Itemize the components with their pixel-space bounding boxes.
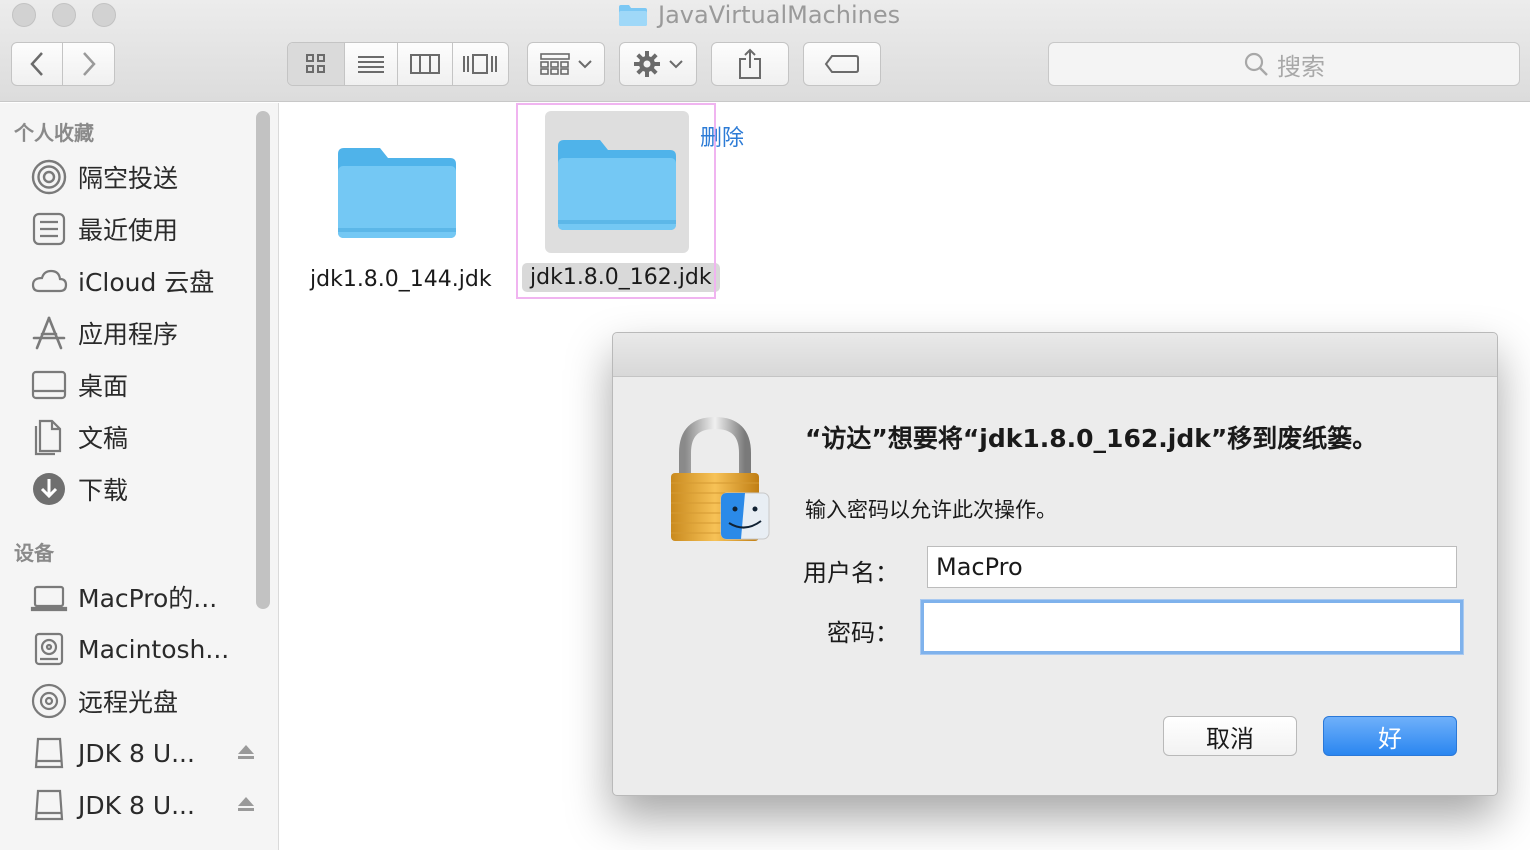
chevron-down-icon	[669, 60, 683, 69]
lock-icon	[667, 416, 773, 549]
ok-button[interactable]: 好	[1323, 716, 1457, 756]
sidebar: 个人收藏 隔空投送 最近使用 iCloud 云盘 应用程序 桌面 文稿 下载 设…	[0, 103, 279, 850]
devices-header: 设备	[14, 541, 54, 565]
file-name: jdk1.8.0_144.jdk	[310, 267, 492, 292]
downloads-icon	[30, 470, 68, 508]
folder-icon	[619, 5, 647, 26]
disc-icon	[30, 682, 68, 720]
username-field[interactable]	[927, 546, 1457, 588]
sidebar-item-device[interactable]: Macintosh...	[30, 627, 262, 671]
sidebar-item-airdrop[interactable]: 隔空投送	[30, 155, 262, 199]
eject-icon[interactable]	[236, 739, 256, 768]
desktop-icon	[30, 366, 68, 404]
cloud-icon	[30, 262, 68, 300]
window-title-text: JavaVirtualMachines	[658, 1, 901, 29]
sidebar-item-label: JDK 8 U...	[78, 790, 195, 820]
username-label: 用户名：	[803, 559, 899, 587]
folder-icon	[332, 125, 462, 255]
sidebar-item-label: 文稿	[78, 424, 129, 453]
columns-icon	[409, 54, 440, 74]
cover-flow-button[interactable]	[453, 43, 508, 85]
close-button[interactable]	[12, 3, 36, 27]
toolbar: JavaVirtualMachines 搜索	[0, 0, 1530, 102]
gear-icon	[634, 51, 660, 77]
sidebar-item-icloud[interactable]: iCloud 云盘	[30, 259, 262, 303]
icon-view-button[interactable]	[288, 43, 346, 85]
search-field[interactable]: 搜索	[1048, 42, 1520, 86]
chevron-right-icon	[82, 52, 96, 76]
sidebar-item-label: 应用程序	[78, 320, 179, 349]
hard-drive-icon	[30, 630, 68, 668]
tag-icon	[824, 55, 859, 73]
sidebar-item-desktop[interactable]: 桌面	[30, 363, 262, 407]
window-title: JavaVirtualMachines	[618, 0, 900, 30]
finder-window: JavaVirtualMachines 搜索 个人收藏 隔空投送 最近使用 iC…	[0, 0, 1530, 850]
recents-icon	[30, 210, 68, 248]
sidebar-item-label: 桌面	[78, 372, 129, 401]
password-label: 密码：	[827, 619, 899, 647]
sidebar-item-recents[interactable]: 最近使用	[30, 207, 262, 251]
annotation-label: 删除	[700, 126, 745, 151]
action-button[interactable]	[619, 42, 697, 86]
dialog-message: 输入密码以允许此次操作。	[805, 498, 1057, 522]
sidebar-item-applications[interactable]: 应用程序	[30, 311, 262, 355]
sidebar-item-label: 下载	[78, 476, 129, 505]
cancel-button[interactable]: 取消	[1163, 716, 1297, 756]
annotation-box	[516, 103, 716, 299]
sidebar-item-device[interactable]: JDK 8 U...	[30, 783, 262, 827]
sidebar-item-label: 隔空投送	[78, 164, 179, 193]
tags-button[interactable]	[803, 42, 881, 86]
laptop-icon	[30, 578, 68, 616]
applications-icon	[30, 314, 68, 352]
sidebar-item-device[interactable]: JDK 8 U...	[30, 731, 262, 775]
auth-dialog: “访达”想要将“jdk1.8.0_162.jdk”移到废纸篓。 输入密码以允许此…	[612, 332, 1498, 796]
group-icon	[540, 53, 570, 75]
search-icon	[1244, 52, 1268, 76]
sidebar-item-documents[interactable]: 文稿	[30, 415, 262, 459]
password-field[interactable]	[921, 600, 1463, 654]
list-icon	[358, 56, 385, 73]
sidebar-item-label: iCloud 云盘	[78, 268, 215, 297]
share-button[interactable]	[711, 42, 789, 86]
zoom-button[interactable]	[92, 3, 116, 27]
column-view-button[interactable]	[398, 43, 453, 85]
forward-button[interactable]	[63, 43, 114, 85]
file-item[interactable]: jdk1.8.0_144.jdk	[302, 125, 492, 294]
group-button[interactable]	[527, 42, 605, 86]
sidebar-item-device[interactable]: MacPro的...	[30, 575, 262, 619]
chevron-left-icon	[30, 52, 43, 76]
sidebar-scrollbar[interactable]	[256, 111, 270, 609]
drive-icon	[30, 734, 68, 772]
nav-buttons	[11, 42, 115, 86]
share-icon	[739, 48, 761, 79]
sidebar-item-label: Macintosh...	[78, 634, 230, 664]
dialog-titlebar	[613, 333, 1497, 377]
dialog-title: “访达”想要将“jdk1.8.0_162.jdk”移到废纸篓。	[805, 424, 1378, 453]
sidebar-item-label: MacPro的...	[78, 584, 218, 613]
favorites-header: 个人收藏	[14, 121, 94, 145]
view-mode-control	[287, 42, 509, 86]
sidebar-item-label: JDK 8 U...	[78, 738, 195, 768]
minimize-button[interactable]	[52, 3, 76, 27]
sidebar-item-label: 远程光盘	[78, 688, 179, 717]
sidebar-item-label: 最近使用	[78, 216, 179, 245]
cover-flow-icon	[463, 54, 498, 74]
list-view-button[interactable]	[345, 43, 399, 85]
grid-icon	[306, 54, 326, 73]
airdrop-icon	[30, 158, 68, 196]
eject-icon[interactable]	[236, 791, 256, 820]
documents-icon	[30, 418, 68, 456]
search-placeholder: 搜索	[1277, 52, 1325, 81]
sidebar-item-device[interactable]: 远程光盘	[30, 679, 262, 723]
sidebar-item-downloads[interactable]: 下载	[30, 467, 262, 511]
drive-icon	[30, 786, 68, 824]
chevron-down-icon	[578, 60, 592, 69]
back-button[interactable]	[12, 43, 64, 85]
